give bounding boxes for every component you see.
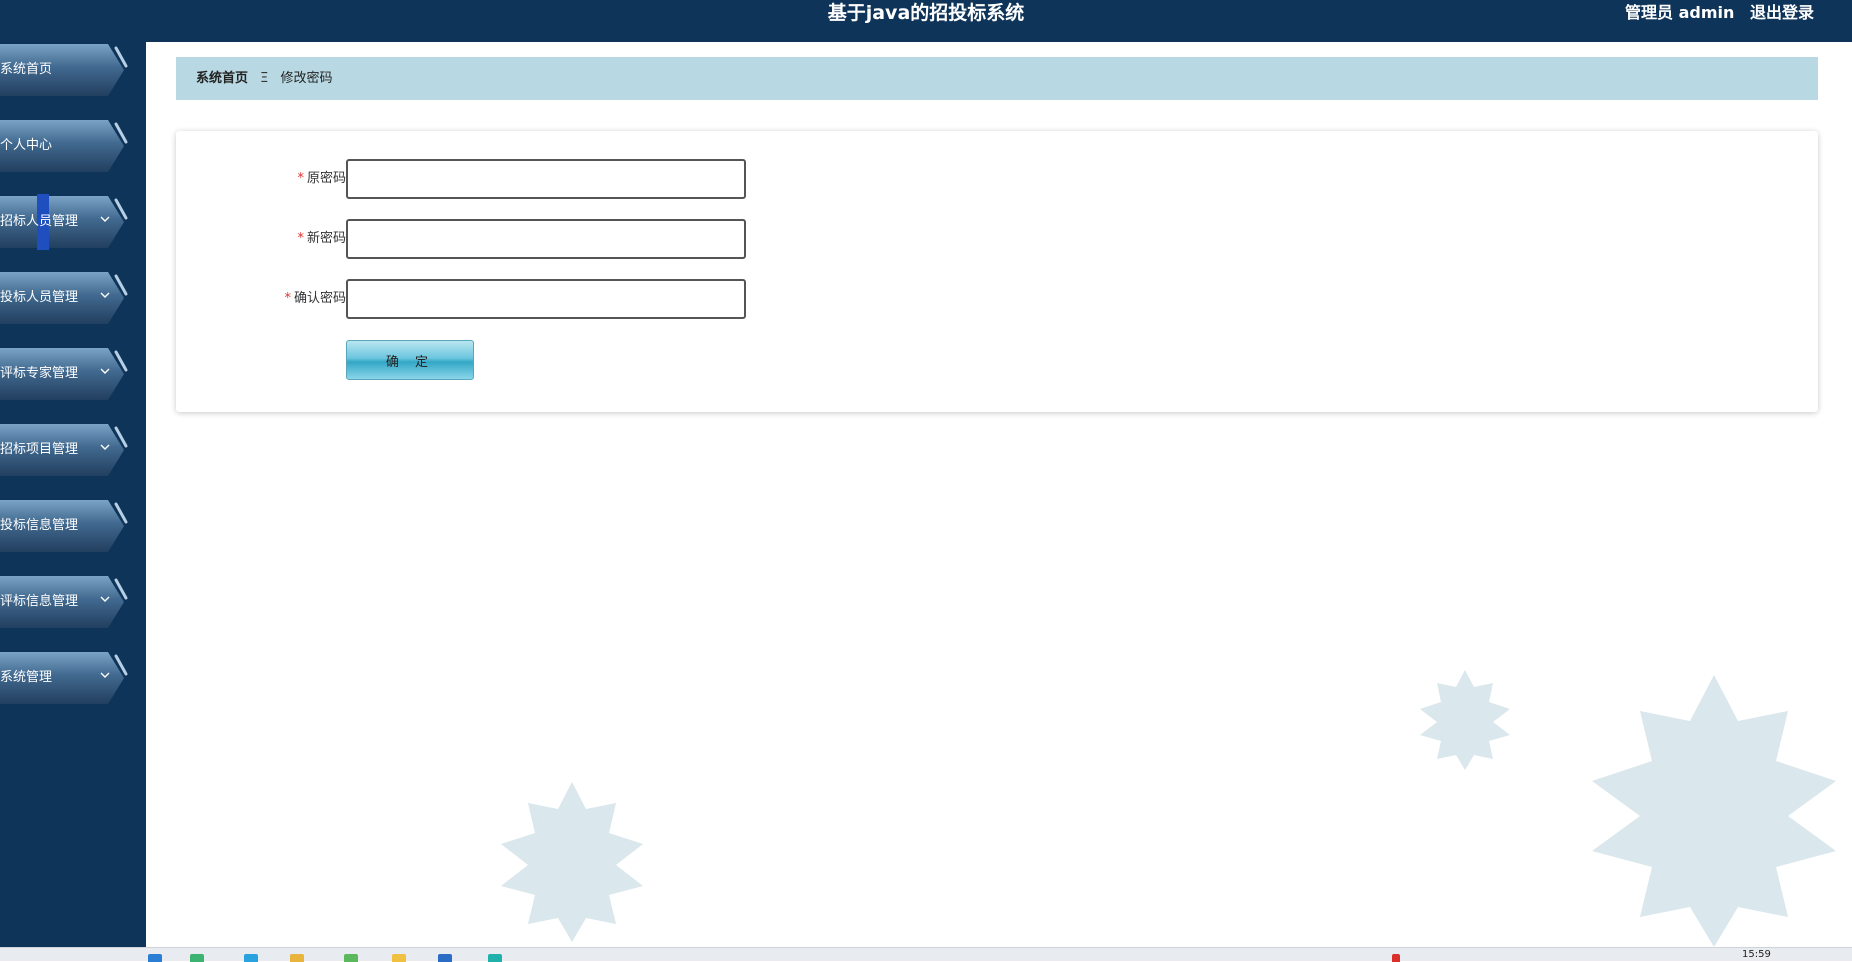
main-content: 系统首页 Ξ 修改密码 * 原密码 * 新密码 * 确认密码 确 定 bbox=[146, 42, 1852, 947]
top-header: 基于java的招投标系统 管理员 admin 退出登录 bbox=[0, 0, 1852, 42]
sidebar-item-profile[interactable]: 个人中心 bbox=[0, 118, 130, 174]
sidebar-item-label: 招标人员管理 bbox=[0, 214, 79, 229]
sidebar-item-label: 个人中心 bbox=[0, 138, 53, 153]
chevron-down-icon bbox=[100, 216, 110, 222]
chevron-down-icon bbox=[100, 596, 110, 602]
sidebar-item-label: 系统管理 bbox=[0, 670, 53, 685]
form-row-confirm-password: * 确认密码 bbox=[176, 279, 1818, 319]
user-label: 管理员 admin bbox=[1625, 3, 1735, 22]
breadcrumb: 系统首页 Ξ 修改密码 bbox=[176, 57, 1818, 100]
form-row-new-password: * 新密码 bbox=[176, 219, 1818, 259]
old-password-input[interactable] bbox=[346, 159, 746, 199]
sidebar-item-home[interactable]: 系统首页 bbox=[0, 42, 130, 98]
required-asterisk: * bbox=[284, 291, 291, 306]
decorative-star-shape bbox=[501, 782, 643, 942]
sidebar-item-label: 系统首页 bbox=[0, 62, 53, 77]
sidebar-item-system[interactable]: 系统管理 bbox=[0, 650, 130, 706]
new-password-input[interactable] bbox=[346, 219, 746, 259]
sidebar-item-label: 评标信息管理 bbox=[0, 594, 79, 609]
breadcrumb-home[interactable]: 系统首页 bbox=[196, 71, 248, 86]
chevron-down-icon bbox=[100, 368, 110, 374]
sidebar-item-label: 投标人员管理 bbox=[0, 290, 79, 305]
chevron-down-icon bbox=[100, 672, 110, 678]
sidebar-item-label: 投标信息管理 bbox=[0, 518, 79, 533]
change-password-form: * 原密码 * 新密码 * 确认密码 确 定 bbox=[176, 131, 1818, 412]
sidebar-item-bidder-staff[interactable]: 投标人员管理 bbox=[0, 270, 130, 326]
logout-link[interactable]: 退出登录 bbox=[1750, 3, 1814, 22]
field-label: * 原密码 bbox=[297, 171, 346, 186]
decorative-star-shape bbox=[1420, 670, 1510, 770]
chevron-down-icon bbox=[100, 292, 110, 298]
taskbar-clock: 15:59 bbox=[1742, 949, 1771, 960]
decorative-star-shape bbox=[1592, 675, 1836, 947]
sidebar: 系统首页 个人中心 招标人员管理 投标人员管理 评标专家管理 招标项目管理 投标… bbox=[0, 42, 146, 947]
confirm-button[interactable]: 确 定 bbox=[346, 340, 474, 380]
required-asterisk: * bbox=[297, 231, 304, 246]
field-label: * 新密码 bbox=[297, 231, 346, 246]
sidebar-item-expert[interactable]: 评标专家管理 bbox=[0, 346, 130, 402]
user-area: 管理员 admin 退出登录 bbox=[1615, 0, 1814, 26]
sidebar-item-label: 评标专家管理 bbox=[0, 366, 79, 381]
breadcrumb-current: 修改密码 bbox=[280, 71, 333, 86]
os-taskbar: 15:59 bbox=[0, 947, 1852, 962]
confirm-password-input[interactable] bbox=[346, 279, 746, 319]
required-asterisk: * bbox=[297, 171, 304, 186]
breadcrumb-separator-icon: Ξ bbox=[260, 71, 269, 86]
field-label: * 确认密码 bbox=[284, 291, 346, 306]
chevron-down-icon bbox=[100, 444, 110, 450]
sidebar-item-bid-info[interactable]: 投标信息管理 bbox=[0, 498, 130, 554]
sidebar-item-label: 招标项目管理 bbox=[0, 442, 79, 457]
sidebar-item-evaluation-info[interactable]: 评标信息管理 bbox=[0, 574, 130, 630]
app-title: 基于java的招投标系统 bbox=[827, 2, 1025, 24]
sidebar-item-tender-staff[interactable]: 招标人员管理 bbox=[0, 194, 130, 250]
sidebar-item-project[interactable]: 招标项目管理 bbox=[0, 422, 130, 478]
form-row-old-password: * 原密码 bbox=[176, 159, 1818, 199]
